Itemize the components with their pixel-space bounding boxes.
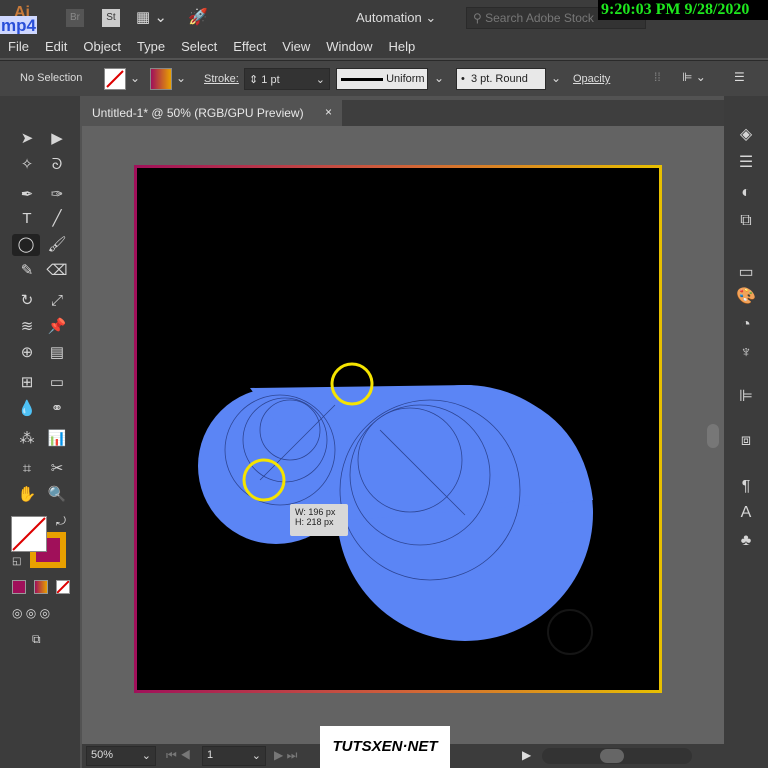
vertical-scrollbar-thumb[interactable] [707,424,719,448]
horizontal-scrollbar[interactable] [542,748,692,764]
tooltip-width: W: 196 px [295,507,336,517]
faint-circle [547,609,593,655]
zoom-select[interactable]: 50% ⌄ [86,746,156,766]
blend-shape [198,385,593,641]
watermark: TUTSXEN·NET [320,726,450,768]
artwork [198,362,593,655]
artboard-number-select[interactable]: 1 ⌄ [202,746,266,766]
tooltip-height: H: 218 px [295,517,334,527]
first-artboard-icon[interactable]: ⏮ ◀ [166,748,191,763]
status-menu-icon[interactable]: ▶ [522,748,531,762]
size-tooltip: W: 196 px H: 218 px [290,504,348,536]
next-artboard-icon[interactable]: ▶ ⏭ [274,748,297,763]
scrollbar-thumb[interactable] [600,749,624,763]
